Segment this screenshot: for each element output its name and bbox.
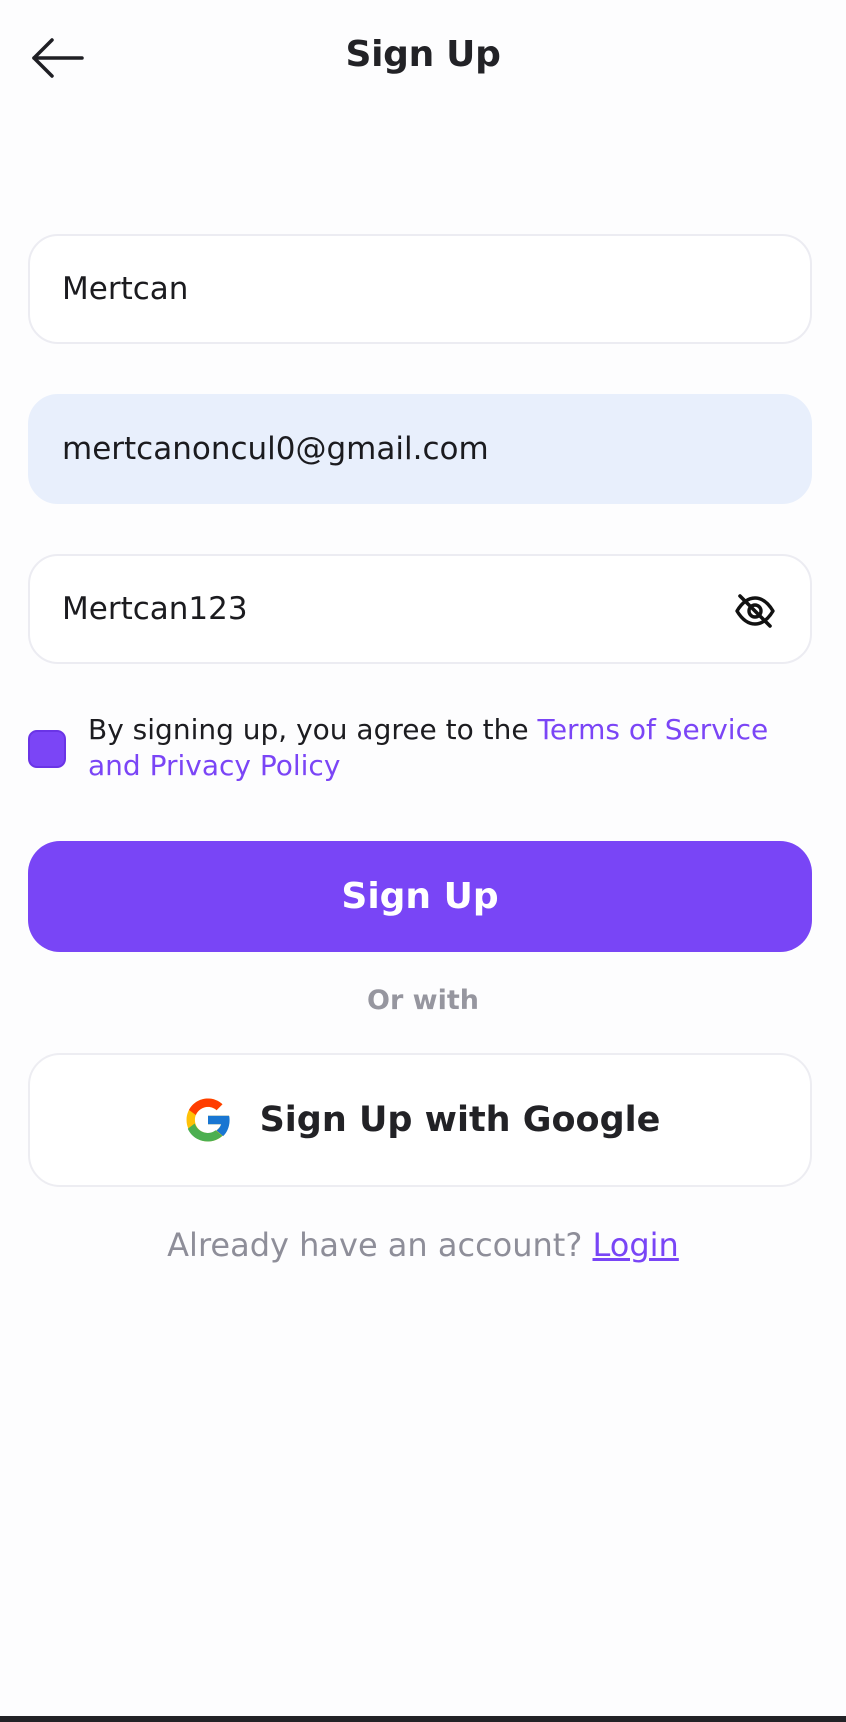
google-button-label: Sign Up with Google: [259, 1100, 661, 1140]
or-with-divider: Or with: [367, 985, 479, 1016]
login-prompt: Already have an account?: [167, 1226, 593, 1264]
login-prompt-row: Already have an account? Login: [0, 1226, 846, 1264]
google-icon: [186, 1098, 231, 1142]
email-field[interactable]: [28, 394, 812, 504]
page-title: Sign Up: [345, 34, 501, 75]
name-input[interactable]: [62, 236, 702, 342]
terms-checkbox[interactable]: [28, 730, 66, 768]
name-field[interactable]: [28, 234, 812, 344]
home-indicator: [0, 1716, 846, 1722]
sign-up-button[interactable]: Sign Up: [28, 841, 812, 952]
password-input[interactable]: [62, 556, 702, 662]
terms-prefix: By signing up, you agree to the: [88, 713, 538, 746]
header: Sign Up: [0, 0, 846, 120]
password-field[interactable]: [28, 554, 812, 664]
login-link[interactable]: Login: [593, 1226, 679, 1264]
google-signup-button[interactable]: Sign Up with Google: [28, 1053, 812, 1187]
eye-off-icon[interactable]: [734, 590, 776, 632]
email-input[interactable]: [62, 396, 702, 502]
terms-text: By signing up, you agree to the Terms of…: [88, 712, 818, 784]
